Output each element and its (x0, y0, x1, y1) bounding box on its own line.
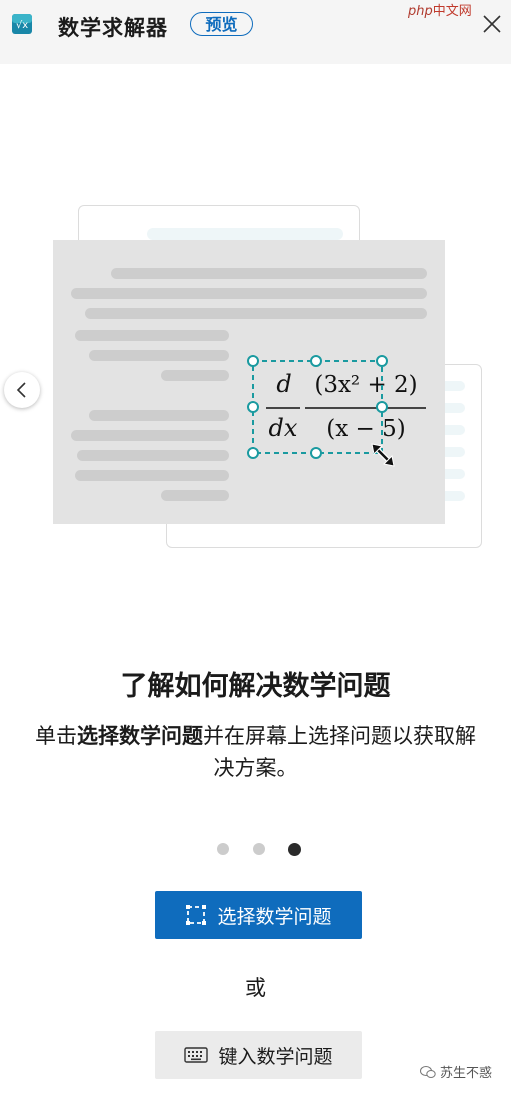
tutorial-description: 单击选择数学问题并在屏幕上选择问题以获取解决方案。 (30, 720, 481, 784)
carousel-dot-3[interactable] (288, 843, 301, 856)
formula-numerator-right: (3x² + 2) (314, 372, 417, 398)
math-solver-app-icon: √x (12, 14, 32, 34)
formula-denominator-right: (x − 5) (326, 416, 405, 442)
formula-numerator-left: d (276, 370, 291, 398)
or-separator: 或 (245, 976, 266, 1000)
page-title: 了解如何解决数学问题 (120, 671, 391, 702)
select-math-problem-button[interactable]: 选择数学问题 (155, 891, 362, 939)
keyboard-icon (184, 1047, 209, 1063)
resize-cursor-icon (371, 443, 395, 467)
chevron-left-icon (16, 382, 26, 398)
description-prefix: 单击 (35, 724, 77, 748)
close-icon[interactable] (480, 12, 504, 36)
carousel-dot-1[interactable] (217, 843, 229, 855)
watermark-bottom: 苏生不惑 (420, 1062, 492, 1081)
select-region-icon (186, 905, 207, 925)
watermark-brand: php (408, 4, 433, 19)
formula-selection: d dx (3x² + 2) (x − 5) (247, 355, 426, 467)
watermark-top: php中文网 (408, 0, 472, 19)
wechat-icon (420, 1065, 436, 1078)
header-bar: √x 数学求解器 预览 php中文网 (0, 0, 511, 64)
description-suffix: 并在屏幕上选择问题以获取解决方案。 (203, 724, 476, 780)
type-math-problem-label: 键入数学问题 (218, 1045, 333, 1068)
watermark-site: 中文网 (432, 4, 472, 19)
description-emphasis: 选择数学问题 (77, 724, 203, 748)
app-title: 数学求解器 (58, 16, 168, 40)
carousel-dot-2[interactable] (253, 843, 265, 855)
preview-badge: 预览 (190, 12, 253, 36)
type-math-problem-button[interactable]: 键入数学问题 (155, 1031, 362, 1079)
formula-denominator-left: dx (269, 414, 298, 442)
math-solver-panel: √x 数学求解器 预览 php中文网 d dx (3x² + 2) (x − 5… (0, 0, 511, 1096)
previous-slide-button[interactable] (4, 372, 40, 408)
select-math-problem-label: 选择数学问题 (217, 905, 332, 928)
watermark-author: 苏生不惑 (440, 1066, 493, 1081)
tutorial-illustration: d dx (3x² + 2) (x − 5) (0, 200, 511, 560)
svg-text:√x: √x (16, 20, 28, 31)
